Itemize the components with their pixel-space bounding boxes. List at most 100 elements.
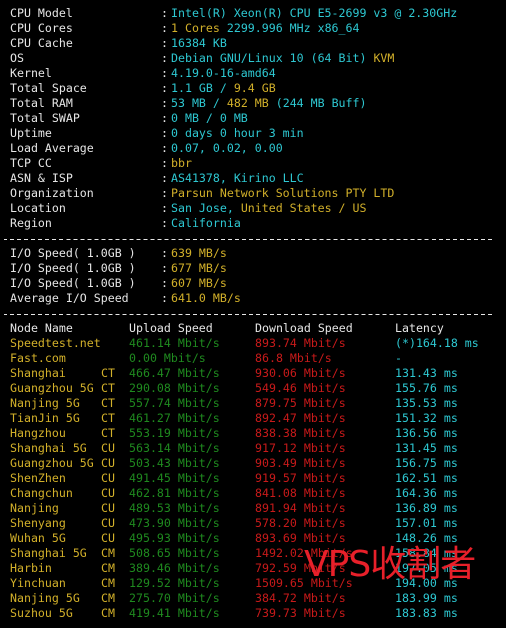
info-colon: :	[161, 21, 168, 35]
node-isp: CT	[101, 366, 115, 380]
speedtest-row: Shanghai CT 466.47 Mbit/s 930.06 Mbit/s 131.…	[10, 366, 500, 381]
header-download-speed: Download Speed	[255, 321, 353, 335]
info-colon: :	[161, 171, 168, 185]
node-name: TianJin 5G	[10, 411, 80, 425]
info-label: Total RAM	[10, 96, 73, 110]
upload-speed: 503.43 Mbit/s	[129, 456, 220, 470]
download-speed: 841.08 Mbit/s	[255, 486, 346, 500]
download-speed: 891.94 Mbit/s	[255, 501, 346, 515]
download-speed: 1492.02 Mbit/s	[255, 546, 353, 560]
node-name: Speedtest.net	[10, 336, 101, 350]
node-name: Yinchuan	[10, 576, 66, 590]
info-label: TCP CC	[10, 156, 52, 170]
info-label: Region	[10, 216, 52, 230]
io-colon: :	[161, 246, 168, 260]
latency: 183.83 ms	[395, 606, 458, 620]
space-used: 1.1 GB /	[171, 81, 227, 95]
io-value: 677 MB/s	[171, 261, 227, 275]
ram-total: 482 MB	[226, 96, 269, 110]
space-total: 9.4 GB	[233, 81, 276, 95]
io-label: I/O Speed( 1.0GB )	[10, 246, 136, 260]
latency: 131.43 ms	[395, 366, 458, 380]
latency: 194.00 ms	[395, 576, 458, 590]
info-value: bbr	[171, 156, 192, 170]
info-label: Uptime	[10, 126, 52, 140]
download-speed: 86.8 Mbit/s	[255, 351, 332, 365]
io-value: 641.0 MB/s	[171, 291, 241, 305]
node-isp: CU	[101, 501, 115, 515]
speedtest-row: Speedtest.net 461.14 Mbit/s 893.74 Mbit/s (…	[10, 336, 500, 351]
info-colon: :	[161, 141, 168, 155]
node-isp: CU	[101, 441, 115, 455]
info-value: 0.07, 0.02, 0.00	[171, 141, 283, 155]
speedtest-row: Wuhan 5G CU 495.93 Mbit/s 893.69 Mbit/s 148.…	[10, 531, 500, 546]
info-row-total-swap: Total SWAP : 0 MB / 0 MB	[10, 111, 500, 126]
io-row: I/O Speed( 1.0GB ) : 607 MB/s	[10, 276, 500, 291]
info-value: 4.19.0-16-amd64	[171, 66, 276, 80]
latency: 197.05 ms	[395, 561, 458, 575]
speedtest-row: Nanjing 5G CM 275.70 Mbit/s 384.72 Mbit/s 18…	[10, 591, 500, 606]
speedtest-row: Shanghai 5G CM 508.65 Mbit/s 1492.02 Mbit/s…	[10, 546, 500, 561]
info-row-uptime: Uptime : 0 days 0 hour 3 min	[10, 126, 500, 141]
upload-speed: 275.70 Mbit/s	[129, 591, 220, 605]
cpu-core-count: 1 Cores	[171, 21, 220, 35]
dashed-divider	[4, 306, 500, 321]
node-name: Harbin	[10, 561, 52, 575]
speedtest-row: Hangzhou CT 553.19 Mbit/s 838.38 Mbit/s 136.…	[10, 426, 500, 441]
info-value: 53 MB / 482 MB (244 MB Buff)	[171, 96, 366, 111]
io-row-average: Average I/O Speed : 641.0 MB/s	[10, 291, 500, 306]
upload-speed: 563.14 Mbit/s	[129, 441, 220, 455]
upload-speed: 473.90 Mbit/s	[129, 516, 220, 530]
latency: 136.89 ms	[395, 501, 458, 515]
info-colon: :	[161, 186, 168, 200]
info-label: Total Space	[10, 81, 87, 95]
info-value: 0 MB / 0 MB	[171, 111, 248, 125]
node-name: Nanjing	[10, 501, 59, 515]
download-speed: 384.72 Mbit/s	[255, 591, 346, 605]
info-label: Total SWAP	[10, 111, 80, 125]
info-label: ASN & ISP	[10, 171, 73, 185]
info-colon: :	[161, 6, 168, 20]
info-row-region: Region : California	[10, 216, 500, 231]
info-value: 16384 KB	[171, 36, 227, 50]
info-colon: :	[161, 81, 168, 95]
node-name: Nanjing 5G	[10, 591, 80, 605]
header-node-name: Node Name	[10, 321, 73, 335]
node-name: Guangzhou 5G	[10, 381, 94, 395]
download-speed: 893.69 Mbit/s	[255, 531, 346, 545]
speedtest-row: Guangzhou 5G CT 290.08 Mbit/s 549.46 Mbit/s…	[10, 381, 500, 396]
latency: 148.26 ms	[395, 531, 458, 545]
node-name: Shanghai 5G	[10, 546, 87, 560]
speedtest-row: TianJin 5G CT 461.27 Mbit/s 892.47 Mbit/s 15…	[10, 411, 500, 426]
info-value: California	[171, 216, 241, 230]
info-value: 1.1 GB / 9.4 GB	[171, 81, 276, 96]
info-colon: :	[161, 126, 168, 140]
upload-speed: 557.74 Mbit/s	[129, 396, 220, 410]
info-value: AS41378, Kirino LLC	[171, 171, 304, 185]
speedtest-table: Speedtest.net 461.14 Mbit/s 893.74 Mbit/s (…	[10, 336, 500, 621]
io-label: I/O Speed( 1.0GB )	[10, 276, 136, 290]
info-label: OS	[10, 51, 24, 65]
node-name: Hangzhou	[10, 426, 66, 440]
node-isp: CM	[101, 561, 115, 575]
latency: 155.76 ms	[395, 381, 458, 395]
info-row-load-average: Load Average : 0.07, 0.02, 0.00	[10, 141, 500, 156]
io-label: Average I/O Speed	[10, 291, 129, 305]
upload-speed: 553.19 Mbit/s	[129, 426, 220, 440]
latency: 156.75 ms	[395, 456, 458, 470]
node-isp: CM	[101, 576, 115, 590]
info-colon: :	[161, 216, 168, 230]
info-colon: :	[161, 66, 168, 80]
download-speed: 930.06 Mbit/s	[255, 366, 346, 380]
info-value: Debian GNU/Linux 10 (64 Bit) KVM	[171, 51, 394, 66]
node-isp: CM	[101, 606, 115, 620]
info-value: 1 Cores 2299.996 MHz x86_64	[171, 21, 359, 36]
upload-speed: 0.00 Mbit/s	[129, 351, 206, 365]
info-row-cpu-model: CPU Model : Intel(R) Xeon(R) CPU E5-2699…	[10, 6, 500, 21]
speedtest-row: Harbin CM 389.46 Mbit/s 792.59 Mbit/s 197.05…	[10, 561, 500, 576]
node-name: Shanghai	[10, 366, 66, 380]
virtualization-type: KVM	[373, 51, 395, 65]
latency: 164.36 ms	[395, 486, 458, 500]
info-row-asn-isp: ASN & ISP : AS41378, Kirino LLC	[10, 171, 500, 186]
latency: -	[395, 351, 402, 365]
